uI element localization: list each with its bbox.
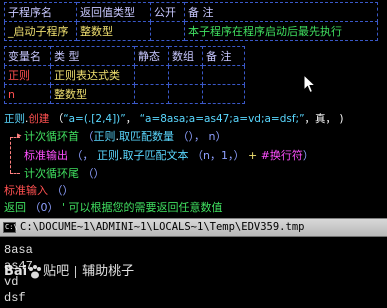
loop-flow-bottom — [10, 173, 20, 174]
plus-operator: + — [247, 149, 258, 162]
cmd-icon-text: C:\ — [5, 223, 18, 231]
subroutine-table-header: 子程序名 返回值类型 公开 备 注 — [4, 2, 378, 22]
header-var-note: 备 注 — [202, 46, 245, 66]
text-string: “a=8asa;a=as47;a=vd;a=dsf;” — [139, 113, 305, 125]
variable-table-header: 变量名 类 型 静态 数组 备 注 — [4, 46, 245, 66]
code-line-output[interactable]: 标准输出 （， 正则.取子匹配文本 （n，1，） + #换行符） — [24, 148, 314, 163]
paren-open: （ — [71, 149, 83, 162]
console-title: C:\DOCUME~1\ADMINI~1\LOCALS~1\Temp\EDV35… — [20, 221, 305, 233]
variable-table: 变量名 类 型 静态 数组 备 注 正则 正则表达式类 n 整数型 — [4, 46, 245, 104]
code-line-return[interactable]: 返回 （0） ' 可以根据您的需要返回任意数值 — [4, 200, 304, 215]
header-var-type: 类 型 — [50, 46, 135, 66]
var-type-cell[interactable]: 整数型 — [50, 84, 135, 104]
var-type-cell[interactable]: 正则表达式类 — [50, 65, 135, 85]
var-name-cell[interactable]: n — [4, 84, 51, 104]
object-ref: 正则 — [93, 130, 116, 143]
header-array: 数组 — [168, 46, 203, 66]
object-ref: 正则 — [4, 113, 25, 125]
header-sub-name: 子程序名 — [4, 2, 77, 22]
sub-public-cell[interactable] — [150, 21, 185, 41]
sub-name-cell[interactable]: _启动子程序 — [4, 21, 77, 41]
paren-close: ） — [302, 149, 314, 162]
var-name-cell[interactable]: 正则 — [4, 65, 51, 85]
loop-flow-line — [10, 137, 11, 173]
var-static-cell[interactable] — [134, 65, 169, 85]
function-name: 标准输出 — [24, 149, 68, 162]
method-name: 取子匹配文本 — [122, 149, 189, 162]
code-editor[interactable]: 子程序名 返回值类型 公开 备 注 _启动子程序 整数型 本子程序在程序启动后最… — [0, 0, 387, 198]
method-name: 创建 — [28, 113, 50, 125]
header-note: 备 注 — [184, 2, 378, 22]
var-static-cell[interactable] — [134, 84, 169, 104]
bool-literal: 真 — [315, 113, 326, 125]
newline-constant: #换行符 — [260, 149, 303, 162]
paren-open: （ — [52, 113, 64, 125]
method-name: 取匹配数量 — [119, 130, 174, 143]
comma: ， — [304, 113, 316, 125]
paren-open: （ — [82, 130, 94, 143]
cmd-icon[interactable]: C:\ — [3, 222, 18, 233]
watermark-brand2: 贴吧 — [43, 264, 70, 279]
variable-row[interactable]: n 整数型 — [4, 84, 245, 104]
code-line-create[interactable]: 正则.创建 （“a=(.[2,4])”， “a=8asa;a=as47;a=vd… — [4, 112, 344, 127]
paren-close: ) — [339, 113, 344, 125]
var-array-cell[interactable] — [168, 65, 203, 85]
paren-close: ） — [215, 130, 227, 143]
args: （） — [177, 130, 195, 143]
header-var-name: 变量名 — [4, 46, 51, 66]
watermark-separator — [75, 265, 77, 278]
subroutine-table: 子程序名 返回值类型 公开 备 注 _启动子程序 整数型 本子程序在程序启动后最… — [4, 2, 378, 41]
console-titlebar[interactable]: C:\ C:\DOCUME~1\ADMINI~1\LOCALS~1\Temp\E… — [0, 219, 387, 237]
args: （） — [82, 167, 105, 180]
watermark: Bai 贴吧 辅助桃子 — [4, 262, 134, 282]
console-output-line: 8asa — [4, 243, 33, 257]
code-line-loop-start[interactable]: 计次循环首 （正则.取匹配数量 （）， n） — [24, 129, 226, 144]
var-note-cell[interactable] — [202, 84, 245, 104]
pattern-string: “a=(.[2,4])” — [63, 113, 126, 125]
comma: ， — [194, 130, 205, 143]
comma: ， — [325, 113, 337, 125]
code-line-input[interactable]: 标准输入 （） — [4, 183, 74, 198]
comma: ， — [82, 149, 94, 162]
args: （n，1，） — [192, 149, 245, 162]
sub-note-cell[interactable]: 本子程序在程序启动后最先执行 — [184, 21, 378, 41]
loop-start-keyword: 计次循环首 — [24, 130, 79, 143]
watermark-brand: Bai — [4, 264, 28, 279]
loop-end-keyword: 计次循环尾 — [24, 167, 79, 180]
header-static: 静态 — [134, 46, 169, 66]
header-return-type: 返回值类型 — [76, 2, 151, 22]
watermark-user: 辅助桃子 — [82, 264, 135, 279]
header-public: 公开 — [150, 2, 185, 22]
console-output-line: dsf — [4, 291, 26, 305]
object-ref: 正则 — [97, 149, 119, 162]
variable-row[interactable]: 正则 正则表达式类 — [4, 65, 245, 85]
comment: ' 可以根据您的需要返回任意数值 — [62, 201, 223, 214]
mouse-cursor-icon — [303, 74, 317, 94]
paw-icon — [29, 264, 42, 278]
args: （） — [51, 184, 74, 197]
subroutine-row[interactable]: _启动子程序 整数型 本子程序在程序启动后最先执行 — [4, 21, 378, 41]
return-keyword: 返回 — [4, 201, 26, 214]
code-line-loop-end[interactable]: 计次循环尾 （） — [24, 166, 105, 181]
var-note-cell[interactable] — [202, 65, 245, 85]
args: （0） — [29, 201, 59, 214]
function-name: 标准输入 — [4, 184, 48, 197]
loop-arrow-icon: ▸ — [17, 131, 22, 141]
sub-return-type-cell[interactable]: 整数型 — [76, 21, 151, 41]
comma: ， — [125, 113, 137, 125]
var-array-cell[interactable] — [168, 84, 203, 104]
